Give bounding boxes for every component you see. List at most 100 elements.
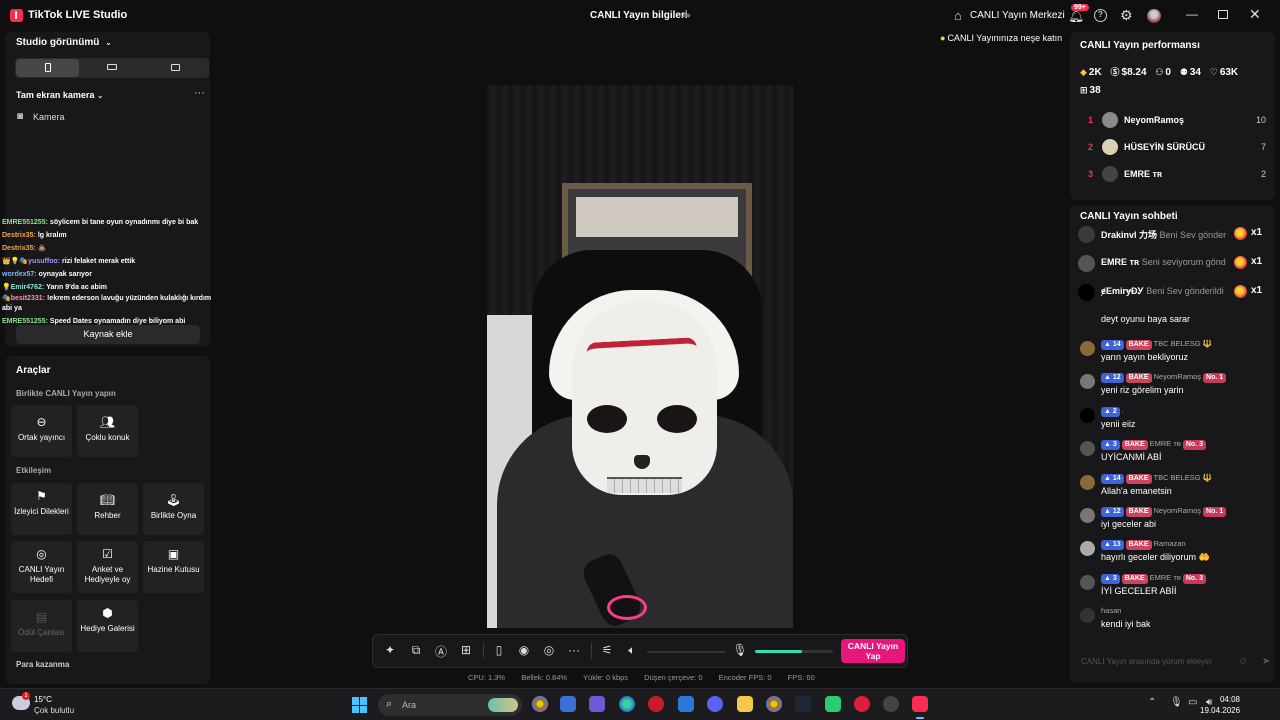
tool-live-goal[interactable]: ◎ CANLI Yayın Hedefi [11, 541, 72, 593]
gift-icon: ⊞ [1080, 85, 1088, 95]
discord-icon[interactable] [707, 696, 723, 712]
earnings-stat[interactable]: Ⓢ $8.24 [1111, 65, 1147, 78]
dual-view-button[interactable] [144, 59, 207, 77]
chevron-down-icon: ⌄ [105, 38, 112, 47]
chat-username[interactable]: NeyomRamoş [1154, 372, 1202, 381]
minimize-icon[interactable]: — [1186, 7, 1198, 21]
landscape-view-button[interactable] [80, 59, 143, 77]
new-followers-stat[interactable]: ⚇ 0 [1155, 67, 1171, 78]
youtube-icon[interactable] [854, 696, 870, 712]
store-icon[interactable] [560, 696, 576, 712]
more-icon[interactable]: ··· [566, 643, 582, 657]
ranking-row[interactable]: 1 NeyomRamoş 10 [1086, 112, 1266, 130]
overlay-chat-user: 💡Emir4762: [2, 284, 45, 291]
gear-icon[interactable]: ⚙ [1120, 7, 1133, 24]
tool-treasure-box[interactable]: ▣ Hazine Kutusu [143, 541, 204, 593]
joystick-icon: 🕹︎ [165, 493, 182, 507]
folder-icon[interactable] [737, 696, 753, 712]
chat-username[interactable]: Ramazan [1154, 539, 1186, 548]
send-icon[interactable]: ➤ [1262, 656, 1270, 667]
add-icon[interactable]: ⊞ [458, 643, 474, 657]
live-center-button[interactable]: CANLI Yayın Merkezi [970, 10, 1065, 21]
stream-info-button[interactable]: CANLI Yayın bilgileri [590, 10, 688, 21]
viewers-stat[interactable]: ⚉ 34 [1180, 67, 1201, 78]
app-icon[interactable] [825, 696, 841, 712]
tool-guide[interactable]: 📖︎ Rehber [77, 483, 138, 535]
tool-cohost[interactable]: ⊖ Ortak yayıncı [11, 405, 72, 457]
maximize-icon[interactable] [1218, 10, 1228, 19]
studio-view-label: Studio görünümü [16, 37, 100, 48]
likes-stat[interactable]: ♡ 63K [1210, 67, 1238, 78]
add-source-button[interactable]: Kaynak ekle [16, 325, 200, 344]
portrait-view-button[interactable] [16, 59, 79, 77]
network-icon[interactable]: ▭ [1188, 697, 1197, 708]
diamonds-stat[interactable]: ◆ 2K [1080, 67, 1102, 78]
mail-icon[interactable] [678, 696, 694, 712]
gifters-stat[interactable]: ⊞ 38 [1080, 85, 1101, 96]
chat-input[interactable]: CANLI Yayın arasında yorum ekleyin ☺ ➤ [1078, 651, 1270, 671]
tiktok-live-studio-icon[interactable] [912, 696, 928, 712]
chrome-profile-icon[interactable] [766, 696, 782, 712]
emoji-icon[interactable]: ☺ [1238, 656, 1248, 667]
chrome-icon[interactable] [532, 696, 548, 712]
chat-username[interactable]: EMRE ᴛʀ [1150, 573, 1181, 582]
edge-icon[interactable] [619, 696, 635, 712]
ranking-row[interactable]: 3 EMRE ᴛʀ 2 [1086, 166, 1266, 184]
opera-icon[interactable] [648, 696, 664, 712]
mic-level-fill [755, 650, 802, 653]
close-icon[interactable]: ✕ [1249, 6, 1261, 23]
tool-poll[interactable]: ☑ Anket ve Hediyeyle oy [77, 541, 138, 593]
volume-icon[interactable]: 🔈︎ [624, 643, 640, 658]
steam-icon[interactable] [795, 696, 811, 712]
record-icon[interactable]: ◉ [516, 643, 532, 657]
avatar[interactable] [1147, 9, 1161, 23]
overlay-chat: EMRE551255: söylicem bi tane oyun oynadın… [2, 218, 214, 328]
chevron-up-icon[interactable]: ⌃ [1148, 697, 1156, 708]
scene-dropdown[interactable]: Tam ekran kamera ⌄ [16, 90, 104, 100]
ranking-row[interactable]: 2 HÜSEYİN SÜRÜCÜ 7 [1086, 139, 1266, 157]
microphone-tray-icon[interactable]: 🎙︎ [1170, 697, 1183, 708]
tool-viewer-wishes[interactable]: ⚑ İzleyici Dilekleri [11, 483, 72, 535]
promo-banner[interactable]: ● CANLI Yayınınıza neşe katın [940, 33, 1064, 49]
chat-username[interactable]: . [1122, 406, 1124, 415]
tool-reward-bag[interactable]: ▤ Ödül Çantası [11, 600, 72, 652]
chat-message: ▲ 14 BAKE TBC BELESG 🔱 Allah'a emanetsin [1078, 473, 1270, 503]
tool-play-together[interactable]: 🕹︎ Birlikte Oyna [143, 483, 204, 535]
level-badge: ▲ 14 [1101, 340, 1124, 350]
microphone-icon[interactable]: 🎙︎ [732, 643, 748, 657]
tool-gift-gallery[interactable]: ⬢ Hediye Galerisi [77, 600, 138, 652]
taskbar-search[interactable]: ⌕ Ara [378, 694, 522, 716]
windows-start-icon[interactable] [352, 697, 368, 713]
magic-wand-icon[interactable]: ✦ [382, 643, 398, 657]
share-icon[interactable]: ➦ [682, 9, 691, 22]
notification-badge: 99+ [1071, 4, 1089, 11]
help-icon[interactable]: ? [1094, 9, 1107, 22]
volume-slider[interactable] [647, 651, 725, 653]
go-live-button[interactable]: CANLI Yayın Yap [841, 639, 905, 663]
scene-row: Tam ekran kamera ⌄ ··· [15, 87, 209, 103]
phone-icon[interactable]: ▯ [491, 643, 507, 657]
settings-sliders-icon[interactable]: ⚟ [599, 643, 615, 657]
chat-username[interactable]: EMRE ᴛʀ [1150, 439, 1181, 448]
studio-view-dropdown[interactable]: Studio görünümü ⌄ [16, 37, 112, 48]
search-highlight-image [488, 698, 518, 712]
microphone-level[interactable] [755, 650, 833, 653]
overlay-chat-user: Destrix35: [2, 245, 36, 252]
home-icon[interactable]: ⌂ [954, 8, 962, 23]
ai-icon[interactable]: Ⓐ [433, 643, 449, 660]
camera-source[interactable]: Kamera [33, 112, 65, 122]
effects-icon[interactable]: ⧉ [408, 643, 424, 658]
chat-message-text: yenii eiiz [1101, 418, 1136, 429]
landscape-icon [106, 64, 117, 71]
screenshot-icon[interactable]: ◎ [541, 643, 557, 657]
chat-username[interactable]: NeyomRamoş [1154, 506, 1202, 515]
clock[interactable]: 04:08 19.04.2026 [1200, 694, 1240, 716]
tool-multi-guest[interactable]: 👥︎ Çoklu konuk [77, 405, 138, 457]
obs-icon[interactable] [883, 696, 899, 712]
teams-icon[interactable] [589, 696, 605, 712]
chat-username[interactable]: hasan [1101, 606, 1121, 615]
more-icon[interactable]: ··· [194, 87, 205, 99]
chat-username[interactable]: TBC BELESG 🔱 [1154, 473, 1213, 482]
overlay-chat-line: Destrix35: lg kralım [2, 229, 214, 242]
chat-username[interactable]: TBC BELESG 🔱 [1154, 339, 1213, 348]
